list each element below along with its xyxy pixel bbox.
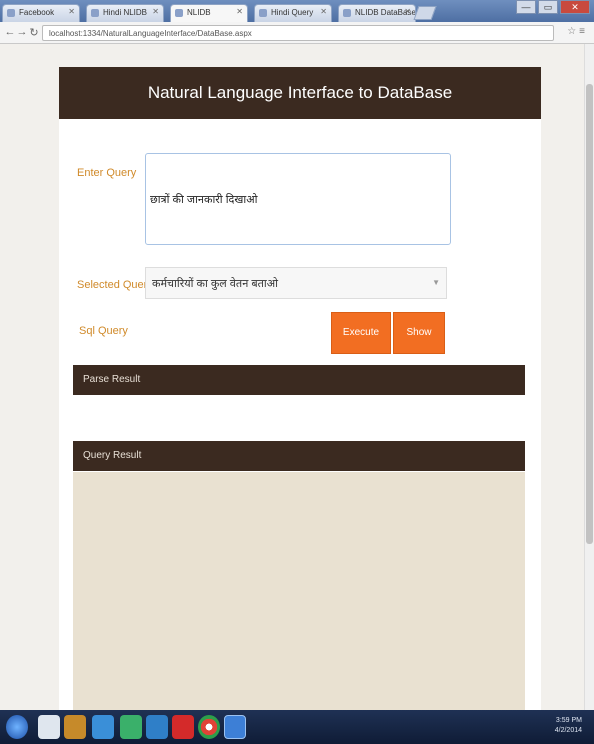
browser-tab-3[interactable]: NLIDB ✕ (170, 4, 248, 22)
app-green-icon[interactable] (120, 715, 142, 739)
selected-query-value: कर्मचारियों का कुल वेतन बताओ (152, 278, 279, 290)
reload-icon[interactable]: ↻ (28, 26, 40, 39)
parse-result-header: Parse Result (73, 365, 525, 395)
nlidb-app: Natural Language Interface to DataBase E… (59, 67, 541, 710)
minimize-button[interactable]: — (516, 0, 536, 14)
clock-date: 4/2/2014 (554, 727, 582, 734)
browser-tab-1[interactable]: Facebook ✕ (2, 4, 80, 22)
favicon-icon (175, 9, 183, 17)
back-arrow-icon[interactable]: ← (4, 26, 16, 38)
enter-query-label: Enter Query (77, 167, 137, 179)
close-tab-icon[interactable]: ✕ (320, 7, 327, 16)
address-bar: ← → ↻ localhost:1334/NaturalLanguageInte… (0, 22, 594, 44)
execute-query-button[interactable]: Execute Query (331, 312, 391, 378)
browser-tab-2[interactable]: Hindi NLIDB ✕ (86, 4, 164, 22)
close-tab-icon[interactable]: ✕ (404, 7, 411, 16)
visual-studio-icon[interactable] (224, 715, 246, 739)
chevron-down-icon: ▼ (432, 278, 440, 287)
query-result-panel (73, 472, 525, 710)
bookmark-star-icon[interactable]: ☆≡ (567, 26, 588, 37)
favicon-icon (259, 9, 267, 17)
system-tray[interactable]: 3:59 PM 4/2/2014 (555, 716, 582, 736)
scrollbar-thumb[interactable] (586, 84, 593, 544)
close-tab-icon[interactable]: ✕ (236, 7, 243, 16)
new-tab-button[interactable] (413, 6, 437, 20)
maximize-button[interactable]: ▭ (538, 0, 558, 14)
skype-icon[interactable] (146, 715, 168, 739)
browser-tab-4[interactable]: Hindi Query ✕ (254, 4, 332, 22)
media-icon[interactable] (92, 715, 114, 739)
url-input[interactable]: localhost:1334/NaturalLanguageInterface/… (42, 25, 554, 41)
tab-title: Facebook (19, 8, 55, 17)
tab-title: Hindi Query (271, 8, 314, 17)
favicon-icon (7, 9, 15, 17)
close-tab-icon[interactable]: ✕ (152, 7, 159, 16)
browser-tab-bar: Facebook ✕ Hindi NLIDB ✕ NLIDB ✕ Hindi Q… (0, 0, 594, 22)
sql-query-label: Sql Query (79, 325, 128, 337)
folder-icon[interactable] (64, 715, 86, 739)
browser-tab-5[interactable]: NLIDB DataBase ✕ (338, 4, 416, 22)
selected-queries-dropdown[interactable]: कर्मचारियों का कुल वेतन बताओ ▼ (145, 267, 447, 299)
window-controls: — ▭ ✕ (516, 0, 590, 14)
tab-title: NLIDB (187, 8, 211, 17)
windows-taskbar: 3:59 PM 4/2/2014 (0, 710, 594, 744)
chrome-icon[interactable] (198, 715, 220, 739)
tab-title: Hindi NLIDB (103, 8, 148, 17)
acrobat-icon[interactable] (172, 715, 194, 739)
close-tab-icon[interactable]: ✕ (68, 7, 75, 16)
query-result-header: Query Result (73, 441, 525, 471)
favicon-icon (91, 9, 99, 17)
forward-arrow-icon[interactable]: → (16, 26, 28, 38)
close-window-button[interactable]: ✕ (560, 0, 590, 14)
show-query-button[interactable]: Show Query (393, 312, 445, 378)
start-button-icon[interactable] (6, 715, 28, 739)
page-title: Natural Language Interface to DataBase (59, 67, 541, 119)
explorer-icon[interactable] (38, 715, 60, 739)
clock-time: 3:59 PM (555, 717, 582, 724)
query-input[interactable]: छात्रों की जानकारी दिखाओ (145, 153, 451, 245)
favicon-icon (343, 9, 351, 17)
